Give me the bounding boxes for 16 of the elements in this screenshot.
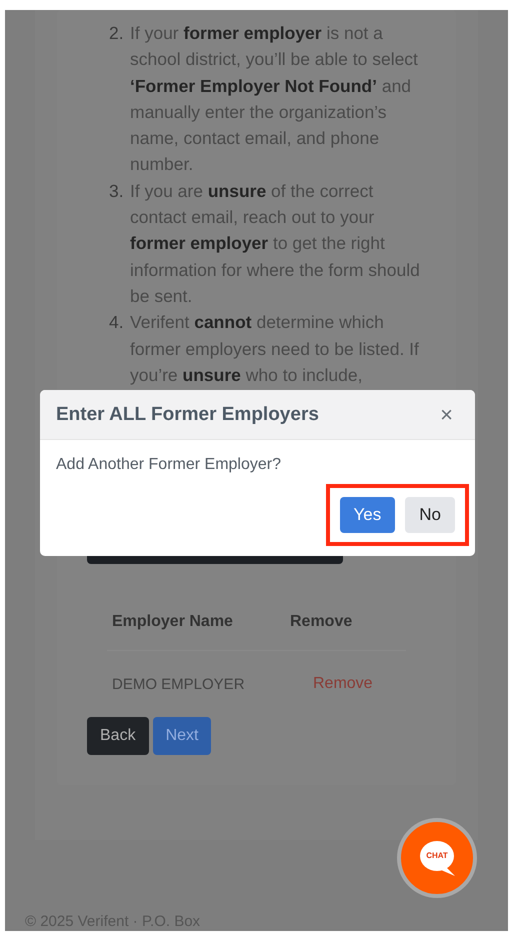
next-button[interactable]: Next xyxy=(152,717,212,756)
instruction-item: 4. Verifent cannot determine which former employers need to be listed. If you’re unsure who to include, xyxy=(109,311,420,387)
chat-label: CHAT xyxy=(425,851,449,861)
modal-title: Enter ALL Former Employers xyxy=(56,404,319,426)
instruction-item: 3. If you are unsure of the correct contact email, reach out to your former employer to get the right information for where the form should be sent. xyxy=(109,180,421,308)
no-button[interactable]: No xyxy=(405,497,455,533)
close-button[interactable]: × xyxy=(440,402,453,428)
column-header: Employer Name xyxy=(112,613,234,632)
yes-button[interactable]: Yes xyxy=(340,497,396,533)
chat-button[interactable]: CHAT xyxy=(397,818,477,898)
table-cell-text: DEMO EMPLOYER xyxy=(112,676,246,693)
speech-bubble-icon xyxy=(417,839,457,877)
back-button[interactable]: Back xyxy=(87,717,149,756)
column-header: Remove xyxy=(290,613,354,632)
modal-message: Add Another Former Employer? xyxy=(55,455,282,475)
instruction-item: 2. If your former employer is not a school district, you’ll be able to select ‘Former Employer Not Found’ and manually enter the organization’s name, contact email, and phone number. xyxy=(109,22,419,176)
